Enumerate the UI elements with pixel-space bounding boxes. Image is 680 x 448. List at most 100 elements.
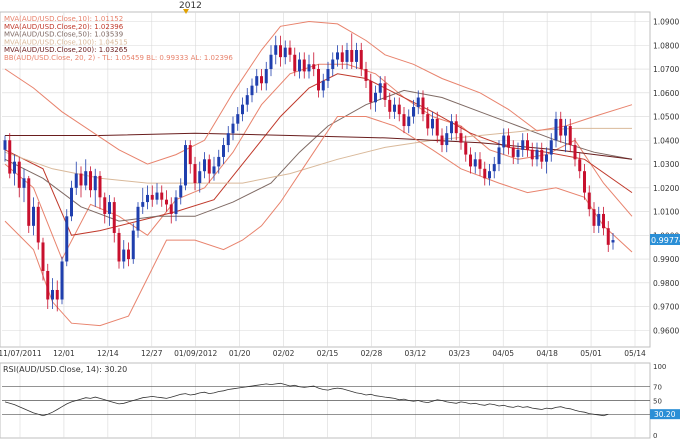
candle-body (507, 135, 510, 148)
price-tick-label: 0.9700 (653, 303, 679, 312)
candle-body (564, 126, 567, 136)
rsi-tick-label: 70 (653, 384, 662, 392)
candle-body (578, 159, 582, 172)
candle-body (355, 50, 358, 62)
candle-body (321, 80, 325, 91)
candle-body (165, 199, 168, 205)
candle-body (326, 69, 330, 81)
price-tick-label: 1.0200 (653, 184, 679, 193)
date-tick-label: 04/18 (536, 349, 558, 358)
candle-body (184, 145, 187, 186)
candle-body (393, 104, 396, 112)
date-tick-label: 05/14 (624, 349, 646, 358)
candle-body (606, 228, 610, 245)
date-tick-label: 03/12 (405, 349, 427, 358)
candle-body (573, 145, 577, 160)
candle-body (245, 95, 249, 105)
candle-body (459, 133, 463, 143)
candle-body (435, 118, 439, 136)
candle (36, 202, 40, 250)
price-tick-label: 0.9800 (653, 279, 679, 288)
candle-body (540, 149, 544, 162)
candle-body (478, 159, 482, 169)
candle (60, 256, 64, 305)
rsi-tick-label: 50 (653, 398, 662, 406)
candle-body (203, 159, 206, 172)
candle-body (583, 171, 586, 193)
price-tick-label: 1.0500 (653, 113, 679, 122)
legend-entry: MVA(AUD/USD.Close,50): 1.03539 (4, 31, 123, 39)
candle-body (250, 85, 254, 96)
candle-body (41, 242, 45, 271)
candle-body (122, 249, 126, 262)
candle-body (269, 54, 273, 70)
candle-body (416, 97, 420, 108)
candle-body (236, 114, 240, 124)
candle (65, 209, 69, 267)
candle-body (283, 47, 287, 58)
legend-entry: MVA(AUD/USD.Close,100): 1.04515 (4, 38, 128, 46)
candle-body (611, 240, 615, 243)
candle-body (3, 140, 7, 150)
legend-entry: BB(AUD/USD.Close, 20, 2) - TL: 1.05459 B… (4, 54, 233, 62)
candle-body (117, 232, 121, 262)
candle-body (188, 145, 192, 165)
candle-body (469, 154, 472, 167)
candle-body (155, 192, 159, 200)
candle-body (274, 45, 278, 55)
date-tick-label: 12/01 (53, 349, 75, 358)
candle-body (13, 161, 16, 174)
legend-entry: MVA(AUD/USD.Close,20): 1.02396 (4, 23, 124, 31)
candle-body (141, 202, 145, 207)
price-tick-label: 0.9900 (653, 255, 679, 264)
candle-body (160, 192, 164, 200)
candle-body (431, 118, 434, 129)
candle-body (293, 54, 297, 72)
candle-body (426, 114, 430, 129)
candle-body (450, 121, 453, 134)
candle-body (345, 50, 349, 62)
candle-body (464, 142, 468, 155)
candle-body (502, 135, 506, 148)
candle-body (412, 107, 415, 117)
candle-body (587, 192, 591, 210)
candle (27, 175, 31, 233)
rsi-title: RSI(AUD/USD.Close, 14): 30.20 (3, 365, 127, 374)
candle-body (198, 171, 202, 184)
candle-body (212, 166, 216, 174)
candle-body (264, 69, 268, 84)
date-tick-label: 05/01 (580, 349, 602, 358)
candle-body (255, 76, 259, 86)
candle-body (312, 64, 316, 70)
candle-body (317, 69, 320, 91)
candle-body (454, 121, 458, 134)
candle-body (84, 171, 88, 186)
candle-body (46, 270, 50, 300)
candle-body (103, 197, 107, 214)
price-tick-label: 1.0900 (653, 18, 679, 27)
price-axis: 0.96000.97000.98000.99001.00001.01001.02… (653, 18, 679, 336)
candle-body (340, 52, 344, 62)
date-tick-label: 04/05 (492, 349, 514, 358)
candle-body (554, 118, 558, 141)
rsi-tick-label: 0 (653, 432, 657, 440)
candle-body (70, 187, 73, 217)
candle-body (445, 133, 449, 146)
candle-body (146, 194, 149, 203)
candle-body (497, 147, 501, 165)
candle-body (32, 206, 35, 226)
candle-body (22, 178, 26, 188)
candle-body (193, 164, 197, 184)
candle-body (516, 149, 520, 157)
candle-body (559, 118, 563, 136)
candle-body (568, 126, 572, 146)
candle-body (279, 45, 282, 58)
candle-body (397, 104, 401, 115)
chart-canvas: 0.96000.97000.98000.99001.00001.01001.02… (0, 1, 680, 440)
candle-body (383, 83, 387, 100)
candle-body (535, 149, 539, 160)
candle-body (440, 135, 444, 146)
candle-body (51, 289, 54, 300)
candle-body (127, 249, 130, 260)
candle-body (597, 213, 601, 226)
